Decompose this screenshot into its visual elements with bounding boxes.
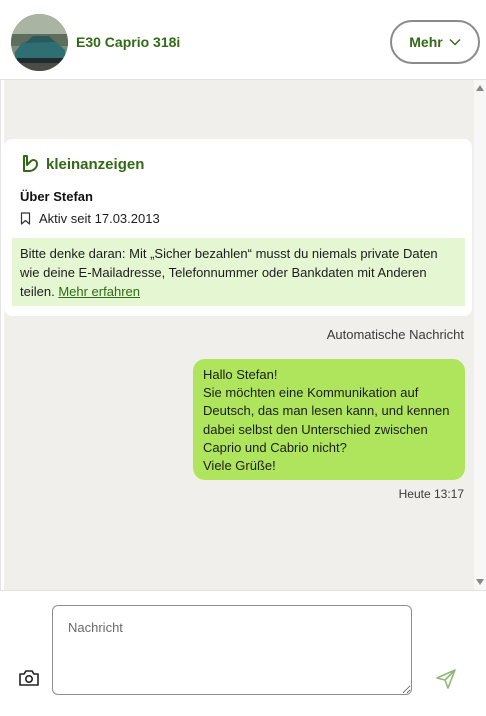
seller-info-card: kleinanzeigen Über Stefan Aktiv seit 17.… — [4, 139, 472, 316]
send-icon[interactable] — [434, 667, 458, 691]
message-timestamp: Heute 13:17 — [398, 487, 464, 501]
learn-more-link[interactable]: Mehr erfahren — [58, 284, 140, 299]
more-button[interactable]: Mehr — [390, 20, 480, 64]
more-button-label: Mehr — [409, 34, 443, 50]
bookmark-icon — [20, 212, 31, 225]
sent-message-bubble: Hallo Stefan! Sie möchten eine Kommunika… — [193, 359, 465, 480]
camera-icon[interactable] — [18, 669, 40, 687]
listing-avatar[interactable] — [11, 14, 68, 71]
chat-scrollbar[interactable] — [474, 80, 486, 590]
active-since-text: Aktiv seit 17.03.2013 — [39, 211, 160, 226]
brand-name: kleinanzeigen — [46, 155, 145, 173]
chat-header: E30 Caprio 318i Mehr — [0, 0, 486, 80]
about-seller-title: Über Stefan — [20, 189, 93, 204]
message-composer — [0, 590, 486, 716]
listing-title[interactable]: E30 Caprio 318i — [76, 34, 180, 50]
active-since-row: Aktiv seit 17.03.2013 — [20, 211, 160, 226]
chevron-down-icon — [449, 39, 461, 46]
message-input[interactable] — [52, 605, 412, 695]
brand-row: kleinanzeigen — [20, 154, 144, 174]
automatic-message-label: Automatische Nachricht — [326, 327, 464, 342]
safety-notice: Bitte denke daran: Mit „Sicher bezahlen“… — [12, 238, 465, 306]
scroll-up-arrow-icon[interactable] — [476, 85, 484, 91]
scroll-down-arrow-icon[interactable] — [476, 579, 484, 585]
kleinanzeigen-logo-icon — [23, 155, 38, 172]
